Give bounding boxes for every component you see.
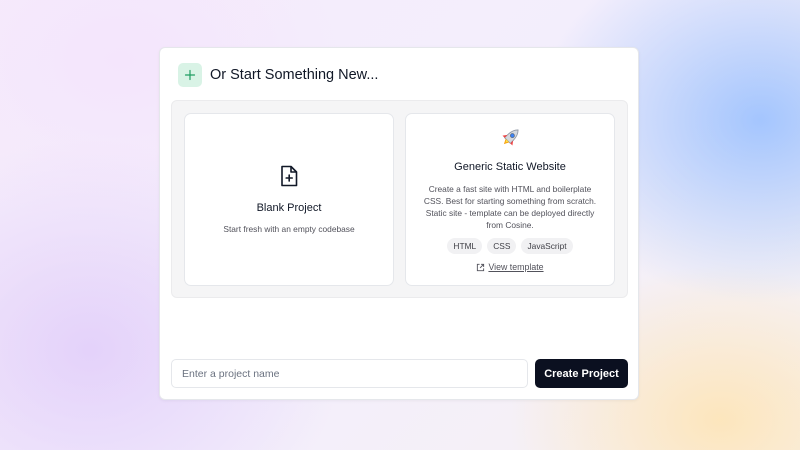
section-title: Or Start Something New... (210, 67, 379, 83)
view-template-link[interactable]: View template (406, 262, 614, 272)
plus-icon (178, 63, 202, 87)
view-template-label[interactable]: View template (488, 262, 543, 272)
rocket-icon (502, 129, 519, 146)
tag-javascript: JavaScript (521, 238, 573, 254)
section-header: Or Start Something New... (178, 63, 378, 87)
external-link-icon (477, 263, 485, 271)
tag-css: CSS (487, 238, 517, 254)
file-plus-icon (281, 165, 298, 187)
project-name-input[interactable] (171, 359, 528, 388)
create-project-button[interactable]: Create Project (535, 359, 628, 388)
option-description: Create a fast site with HTML and boilerp… (423, 184, 597, 230)
blank-project-option[interactable]: Blank Project Start fresh with an empty … (184, 113, 394, 286)
option-description: Start fresh with an empty codebase (223, 224, 355, 234)
option-title: Generic Static Website (454, 161, 566, 173)
option-title: Blank Project (256, 202, 322, 214)
tag-html: HTML (447, 238, 483, 254)
static-website-option[interactable]: Generic Static Website Create a fast sit… (405, 113, 615, 286)
new-project-card: Or Start Something New... Blank Project … (159, 47, 639, 400)
tag-list: HTML CSS JavaScript (406, 238, 614, 254)
template-options: Blank Project Start fresh with an empty … (171, 100, 628, 298)
